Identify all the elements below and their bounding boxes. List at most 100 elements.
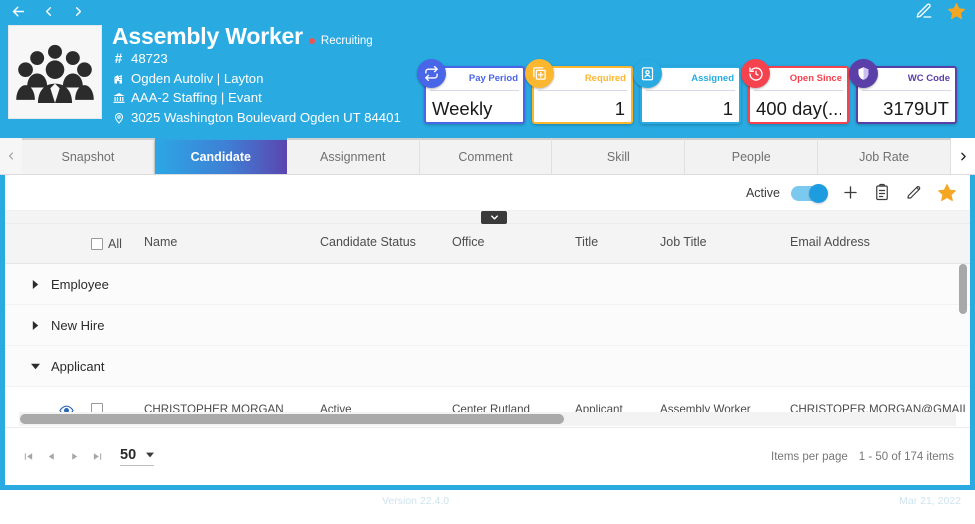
row-checkbox[interactable] — [91, 403, 103, 412]
column-header-title[interactable]: Title — [575, 235, 598, 249]
version-label: Version 22.4.0 — [382, 495, 450, 507]
divider — [538, 90, 627, 91]
group-row-employee[interactable]: Employee — [5, 264, 970, 305]
stat-value: 400 day(... — [756, 97, 841, 119]
group-row-applicant[interactable]: Applicant — [5, 346, 970, 387]
last-page-icon[interactable] — [87, 447, 107, 467]
tab-label: Skill — [606, 150, 630, 164]
page-size-value: 50 — [120, 447, 137, 463]
table-body: Employee New Hire Applicant CHRISTOPHER … — [5, 264, 970, 412]
select-all-cell[interactable]: All — [91, 237, 122, 251]
header-actions — [915, 2, 965, 20]
active-toggle[interactable] — [791, 183, 828, 203]
candidate-panel: Active All Name Candidate Status Office … — [0, 175, 975, 490]
cell-email: CHRISTOPER.MORGAN@GMAIL.C — [790, 403, 970, 412]
pencil-icon[interactable] — [905, 183, 924, 202]
arrow-left-icon[interactable] — [8, 1, 28, 21]
stat-label: WC Code — [907, 73, 950, 84]
shield-icon — [849, 59, 878, 88]
address-line: 3025 Washington Boulevard Ogden UT 84401 — [112, 110, 401, 127]
tab-bar: Snapshot Candidate Assignment Comment Sk… — [0, 138, 975, 175]
horizontal-scrollbar[interactable] — [19, 412, 956, 426]
select-all-label: All — [108, 237, 122, 251]
vertical-scrollbar[interactable] — [958, 264, 968, 412]
department-value: AAA-2 Staffing | Evant — [131, 90, 262, 106]
clipboard-icon[interactable] — [873, 183, 892, 202]
tab-assignment[interactable]: Assignment — [286, 138, 420, 174]
table-row[interactable]: CHRISTOPHER MORGAN Active Center Rutland… — [5, 387, 970, 412]
first-page-icon[interactable] — [18, 447, 38, 467]
column-header-job-title[interactable]: Job Title — [660, 235, 707, 249]
pagination-info: Items per page 1 - 50 of 174 items — [771, 451, 954, 463]
department-line: AAA-2 Staffing | Evant — [112, 90, 401, 107]
tab-label: Snapshot — [61, 150, 115, 164]
grid-toolbar: Active — [5, 175, 970, 211]
page-header: Assembly Worker Recruiting # 48723 Ogden… — [0, 0, 975, 138]
table-header-row: All Name Candidate Status Office Title J… — [5, 224, 970, 264]
job-id-value: 48723 — [131, 51, 168, 67]
customer-value: Ogden Autoliv | Layton — [131, 70, 264, 86]
star-icon[interactable] — [937, 183, 956, 202]
toggle-knob — [809, 183, 828, 203]
pagination-bar: 50 Items per page 1 - 50 of 174 items — [5, 427, 970, 485]
vertical-scrollbar-thumb[interactable] — [959, 264, 967, 314]
tab-skill[interactable]: Skill — [552, 138, 686, 174]
date-label: Mar 21, 2022 — [899, 495, 961, 507]
tab-job-rate[interactable]: Job Rate — [818, 138, 951, 174]
cell-candidate-status: Active — [320, 403, 352, 412]
tabs-scroll-left-button[interactable] — [0, 138, 22, 174]
hash-icon: # — [114, 50, 123, 66]
tab-people[interactable]: People — [685, 138, 819, 174]
tab-snapshot[interactable]: Snapshot — [22, 138, 155, 174]
items-range-label: 1 - 50 of 174 items — [858, 450, 954, 463]
column-header-office[interactable]: Office — [452, 235, 484, 249]
select-all-checkbox[interactable] — [91, 238, 103, 250]
items-per-page-label: Items per page — [771, 450, 848, 463]
tab-comment[interactable]: Comment — [419, 138, 553, 174]
stat-card-assigned[interactable]: Assigned 1 — [633, 59, 741, 124]
column-header-name[interactable]: Name — [144, 235, 177, 249]
stat-label: Assigned — [691, 73, 734, 84]
title-row: Assembly Worker Recruiting — [112, 24, 401, 48]
tabs-scroll-right-button[interactable] — [951, 138, 975, 174]
prev-page-icon[interactable] — [41, 447, 61, 467]
column-header-candidate-status[interactable]: Candidate Status — [320, 235, 416, 249]
group-row-new-hire[interactable]: New Hire — [5, 305, 970, 346]
job-id-line: # 48723 — [112, 51, 401, 68]
group-label: Employee — [51, 276, 109, 292]
caret-down-icon[interactable] — [145, 451, 154, 460]
star-icon[interactable] — [947, 2, 965, 20]
tab-label: Job Rate — [859, 150, 910, 164]
stat-card-wc-code[interactable]: WC Code 3179UT — [849, 59, 957, 124]
chevron-down-icon[interactable] — [29, 360, 41, 372]
stat-card-required[interactable]: Required 1 — [525, 59, 633, 124]
tab-candidate[interactable]: Candidate — [154, 138, 287, 174]
stat-value: 3179UT — [883, 97, 949, 119]
stat-card-pay-period[interactable]: Pay Period Weekly — [417, 59, 525, 124]
eye-icon[interactable] — [59, 403, 74, 412]
divider — [430, 90, 519, 91]
chevron-right-icon[interactable] — [29, 319, 41, 331]
plus-icon[interactable] — [841, 183, 860, 202]
chevron-left-icon[interactable] — [38, 1, 58, 21]
chevron-right-icon[interactable] — [29, 278, 41, 290]
location-pin-icon — [112, 111, 125, 124]
bank-icon — [112, 92, 125, 105]
column-header-email-address[interactable]: Email Address — [790, 235, 870, 249]
tab-label: People — [731, 150, 771, 164]
cell-title: Applicant — [575, 403, 623, 412]
stat-card-open-since[interactable]: Open Since 400 day(... — [741, 59, 849, 124]
pencil-icon[interactable] — [915, 2, 933, 20]
cell-job-title: Assembly Worker — [660, 403, 751, 412]
stat-value: 1 — [722, 97, 733, 119]
horizontal-scrollbar-thumb[interactable] — [20, 414, 564, 424]
history-clock-icon — [741, 59, 770, 88]
row-checkbox-wrap[interactable] — [91, 403, 103, 412]
cell-name: CHRISTOPHER MORGAN — [144, 403, 284, 412]
pagination-buttons — [18, 447, 107, 467]
tab-label: Assignment — [319, 150, 386, 164]
page-size-select[interactable]: 50 — [120, 447, 155, 466]
collapse-header-button[interactable] — [481, 211, 507, 224]
chevron-right-icon[interactable] — [68, 1, 88, 21]
next-page-icon[interactable] — [64, 447, 84, 467]
